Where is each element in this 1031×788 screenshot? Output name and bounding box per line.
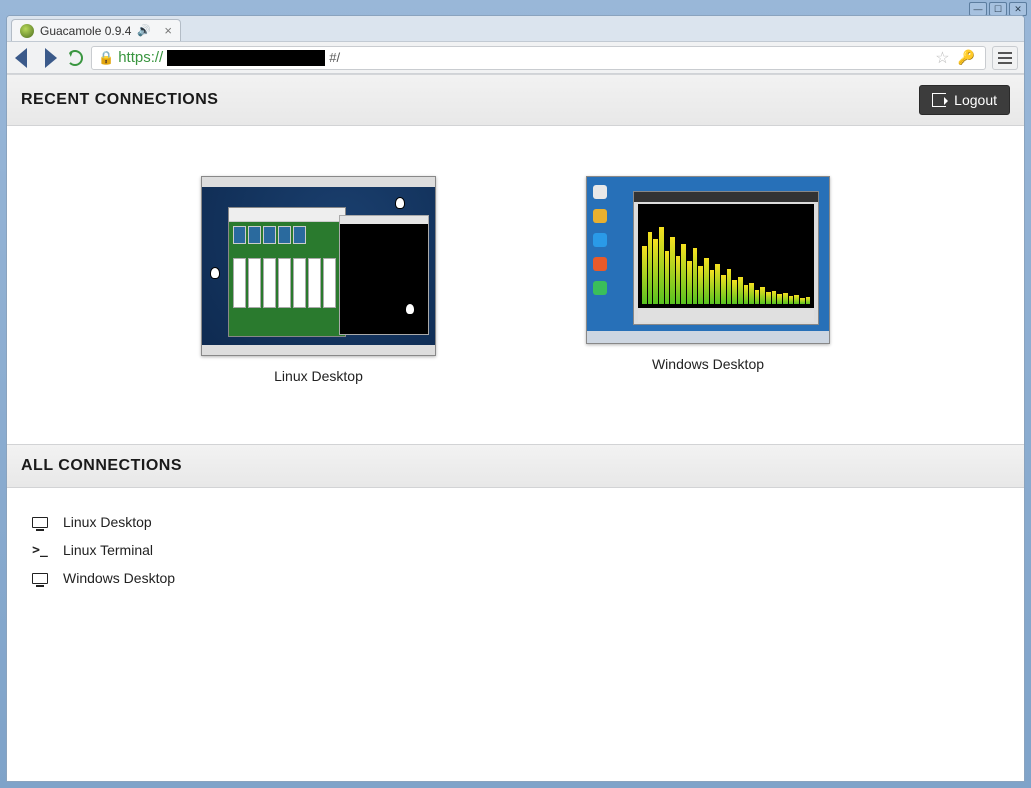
- bookmark-star-icon[interactable]: ☆: [935, 48, 949, 68]
- connection-caption: Linux Desktop: [274, 368, 363, 384]
- recent-connections-grid: Linux Desktop: [7, 126, 1024, 444]
- recent-connections-header: RECENT CONNECTIONS Logout: [7, 75, 1024, 126]
- recent-connections-title: RECENT CONNECTIONS: [21, 91, 218, 109]
- tab-close-icon[interactable]: ×: [164, 23, 172, 38]
- browser-window: Guacamole 0.9.4 🔊 × 🔒 https:// #/ ☆ 🔑: [6, 15, 1025, 782]
- tab-audio-icon: 🔊: [137, 24, 151, 37]
- monitor-icon: [31, 573, 49, 584]
- connection-item-windows-desktop[interactable]: Windows Desktop: [31, 564, 1000, 592]
- logout-label: Logout: [954, 92, 997, 108]
- logout-icon: [932, 93, 946, 107]
- recent-connection-windows-desktop[interactable]: Windows Desktop: [586, 176, 830, 384]
- connection-label: Linux Desktop: [63, 514, 152, 530]
- connection-item-linux-terminal[interactable]: >_ Linux Terminal: [31, 536, 1000, 564]
- nav-reload-button[interactable]: [65, 48, 85, 68]
- monitor-icon: [31, 517, 49, 528]
- browser-tab[interactable]: Guacamole 0.9.4 🔊 ×: [11, 19, 181, 41]
- window-minimize-button[interactable]: [969, 2, 987, 16]
- window-controls: [965, 0, 1031, 14]
- browser-tab-strip: Guacamole 0.9.4 🔊 ×: [7, 16, 1024, 42]
- connection-item-linux-desktop[interactable]: Linux Desktop: [31, 508, 1000, 536]
- window-maximize-button[interactable]: [989, 2, 1007, 16]
- connection-thumbnail: [586, 176, 830, 344]
- logout-button[interactable]: Logout: [919, 85, 1010, 115]
- window-close-button[interactable]: [1009, 2, 1027, 16]
- terminal-icon: >_: [31, 543, 49, 558]
- address-bar[interactable]: 🔒 https:// #/ ☆ 🔑: [91, 46, 986, 70]
- connection-label: Windows Desktop: [63, 570, 175, 586]
- browser-nav-toolbar: 🔒 https:// #/ ☆ 🔑: [7, 42, 1024, 74]
- connection-label: Linux Terminal: [63, 542, 153, 558]
- page-content: RECENT CONNECTIONS Logout: [7, 74, 1024, 781]
- connection-caption: Windows Desktop: [652, 356, 764, 372]
- browser-menu-button[interactable]: [992, 46, 1018, 70]
- reload-icon: [67, 50, 83, 66]
- guacamole-favicon-icon: [20, 24, 34, 38]
- url-host-redacted: [167, 50, 325, 66]
- nav-back-button[interactable]: [13, 48, 33, 68]
- connection-thumbnail: [201, 176, 436, 356]
- all-connections-title: ALL CONNECTIONS: [21, 457, 182, 474]
- os-window-frame: Guacamole 0.9.4 🔊 × 🔒 https:// #/ ☆ 🔑: [0, 0, 1031, 788]
- url-path: #/: [329, 50, 340, 65]
- saved-passwords-icon[interactable]: 🔑: [958, 49, 975, 66]
- tab-title: Guacamole 0.9.4: [40, 24, 131, 38]
- recent-connection-linux-desktop[interactable]: Linux Desktop: [201, 176, 436, 384]
- lock-icon: 🔒: [98, 50, 114, 66]
- url-protocol: https://: [118, 49, 163, 66]
- all-connections-header: ALL CONNECTIONS: [7, 444, 1024, 488]
- all-connections-list: Linux Desktop >_ Linux Terminal Windows …: [7, 488, 1024, 612]
- nav-forward-button[interactable]: [39, 48, 59, 68]
